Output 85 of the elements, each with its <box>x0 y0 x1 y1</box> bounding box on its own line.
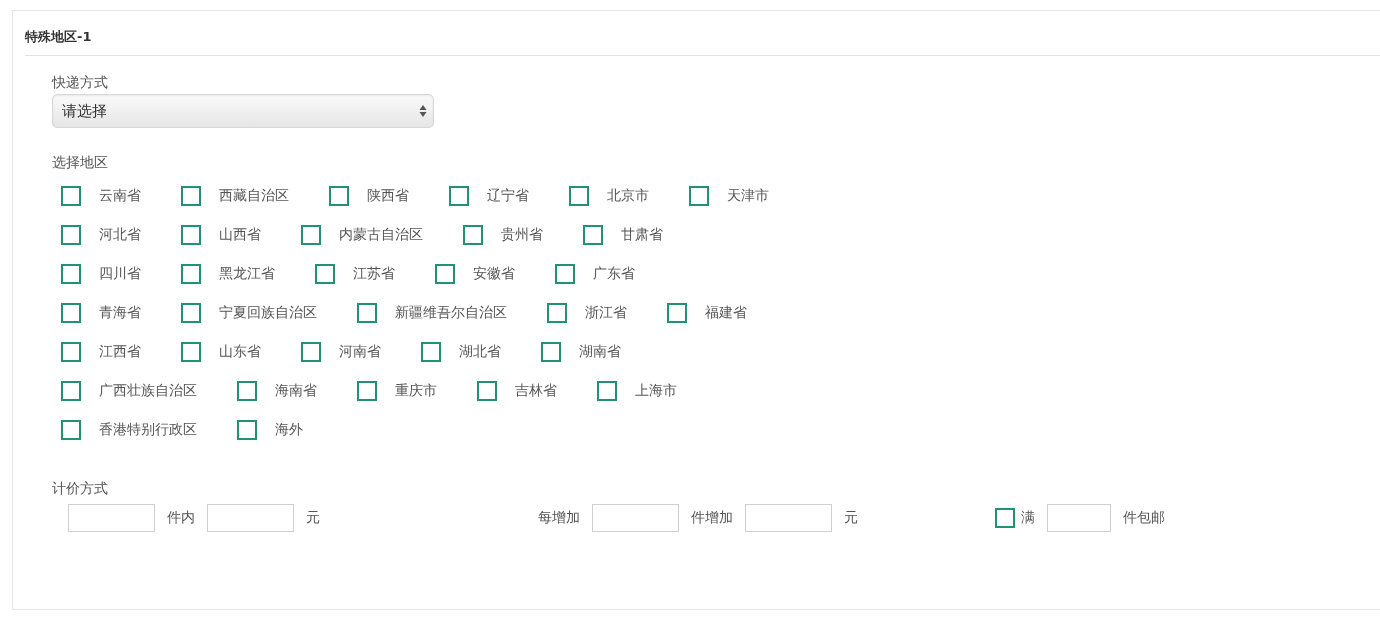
region-label: 海外 <box>275 421 303 439</box>
number-input[interactable] <box>207 504 294 532</box>
region-label: 甘肃省 <box>621 226 663 244</box>
checkbox[interactable] <box>237 420 257 440</box>
field-label: 计价方式 <box>52 479 109 498</box>
region-label: 宁夏回族自治区 <box>219 304 317 322</box>
unit-label: 元 <box>306 509 320 527</box>
region-label: 青海省 <box>99 304 141 322</box>
checkbox[interactable] <box>61 420 81 440</box>
region-label: 河北省 <box>99 226 141 244</box>
checkbox[interactable] <box>301 225 321 245</box>
region-label: 香港特别行政区 <box>99 421 197 439</box>
unit-label: 元 <box>844 509 858 527</box>
checkbox[interactable] <box>181 342 201 362</box>
unit-label: 件增加 <box>691 509 733 527</box>
checkbox[interactable] <box>435 264 455 284</box>
checkbox[interactable] <box>301 342 321 362</box>
checkbox[interactable] <box>597 381 617 401</box>
unit-label: 件内 <box>167 509 195 527</box>
checkbox[interactable] <box>569 186 589 206</box>
region-label: 河南省 <box>339 343 381 361</box>
number-input[interactable] <box>1047 504 1111 532</box>
checkbox[interactable] <box>689 186 709 206</box>
checkbox[interactable] <box>181 186 201 206</box>
region-label: 山东省 <box>219 343 261 361</box>
checkbox[interactable] <box>555 264 575 284</box>
checkbox[interactable] <box>995 508 1015 528</box>
checkbox[interactable] <box>357 303 377 323</box>
region-label: 福建省 <box>705 304 747 322</box>
region-label: 重庆市 <box>395 382 437 400</box>
checkbox[interactable] <box>181 225 201 245</box>
region-label: 天津市 <box>727 187 769 205</box>
checkbox[interactable] <box>449 186 469 206</box>
region-label: 新疆维吾尔自治区 <box>395 304 507 322</box>
region-label: 云南省 <box>99 187 141 205</box>
region-label: 山西省 <box>219 226 261 244</box>
region-label: 四川省 <box>99 265 141 283</box>
region-label: 安徽省 <box>473 265 515 283</box>
checkbox[interactable] <box>421 342 441 362</box>
region-label: 内蒙古自治区 <box>339 226 423 244</box>
region-label: 辽宁省 <box>487 187 529 205</box>
checkbox[interactable] <box>61 381 81 401</box>
region-label: 江西省 <box>99 343 141 361</box>
sort-arrows-icon <box>419 104 427 118</box>
region-label: 贵州省 <box>501 226 543 244</box>
region-label: 吉林省 <box>515 382 557 400</box>
checkbox[interactable] <box>357 381 377 401</box>
checkbox[interactable] <box>61 264 81 284</box>
checkbox-label: 满 <box>1021 509 1035 527</box>
checkbox[interactable] <box>315 264 335 284</box>
unit-label: 件包邮 <box>1123 509 1165 527</box>
unit-label: 每增加 <box>538 509 580 527</box>
region-label: 陕西省 <box>367 187 409 205</box>
region-label: 广东省 <box>593 265 635 283</box>
region-label: 湖南省 <box>579 343 621 361</box>
region-label: 海南省 <box>275 382 317 400</box>
checkbox[interactable] <box>547 303 567 323</box>
checkbox[interactable] <box>181 303 201 323</box>
checkbox[interactable] <box>541 342 561 362</box>
checkbox[interactable] <box>61 303 81 323</box>
checkbox[interactable] <box>61 342 81 362</box>
checkbox[interactable] <box>463 225 483 245</box>
region-label: 西藏自治区 <box>219 187 289 205</box>
region-label: 北京市 <box>607 187 649 205</box>
field-label: 快递方式 <box>52 73 109 92</box>
number-input[interactable] <box>592 504 679 532</box>
checkbox[interactable] <box>61 186 81 206</box>
panel-title: 特殊地区-1 <box>25 28 93 46</box>
region-label: 江苏省 <box>353 265 395 283</box>
region-label: 湖北省 <box>459 343 501 361</box>
shipping-select[interactable]: 请选择 <box>52 94 434 128</box>
region-label: 黑龙江省 <box>219 265 275 283</box>
checkbox[interactable] <box>667 303 687 323</box>
region-label: 浙江省 <box>585 304 627 322</box>
checkbox[interactable] <box>61 225 81 245</box>
number-input[interactable] <box>68 504 155 532</box>
checkbox[interactable] <box>329 186 349 206</box>
field-label: 选择地区 <box>52 153 109 172</box>
number-input[interactable] <box>745 504 832 532</box>
region-label: 广西壮族自治区 <box>99 382 197 400</box>
checkbox[interactable] <box>477 381 497 401</box>
region-label: 上海市 <box>635 382 677 400</box>
checkbox[interactable] <box>583 225 603 245</box>
checkbox[interactable] <box>181 264 201 284</box>
checkbox[interactable] <box>237 381 257 401</box>
